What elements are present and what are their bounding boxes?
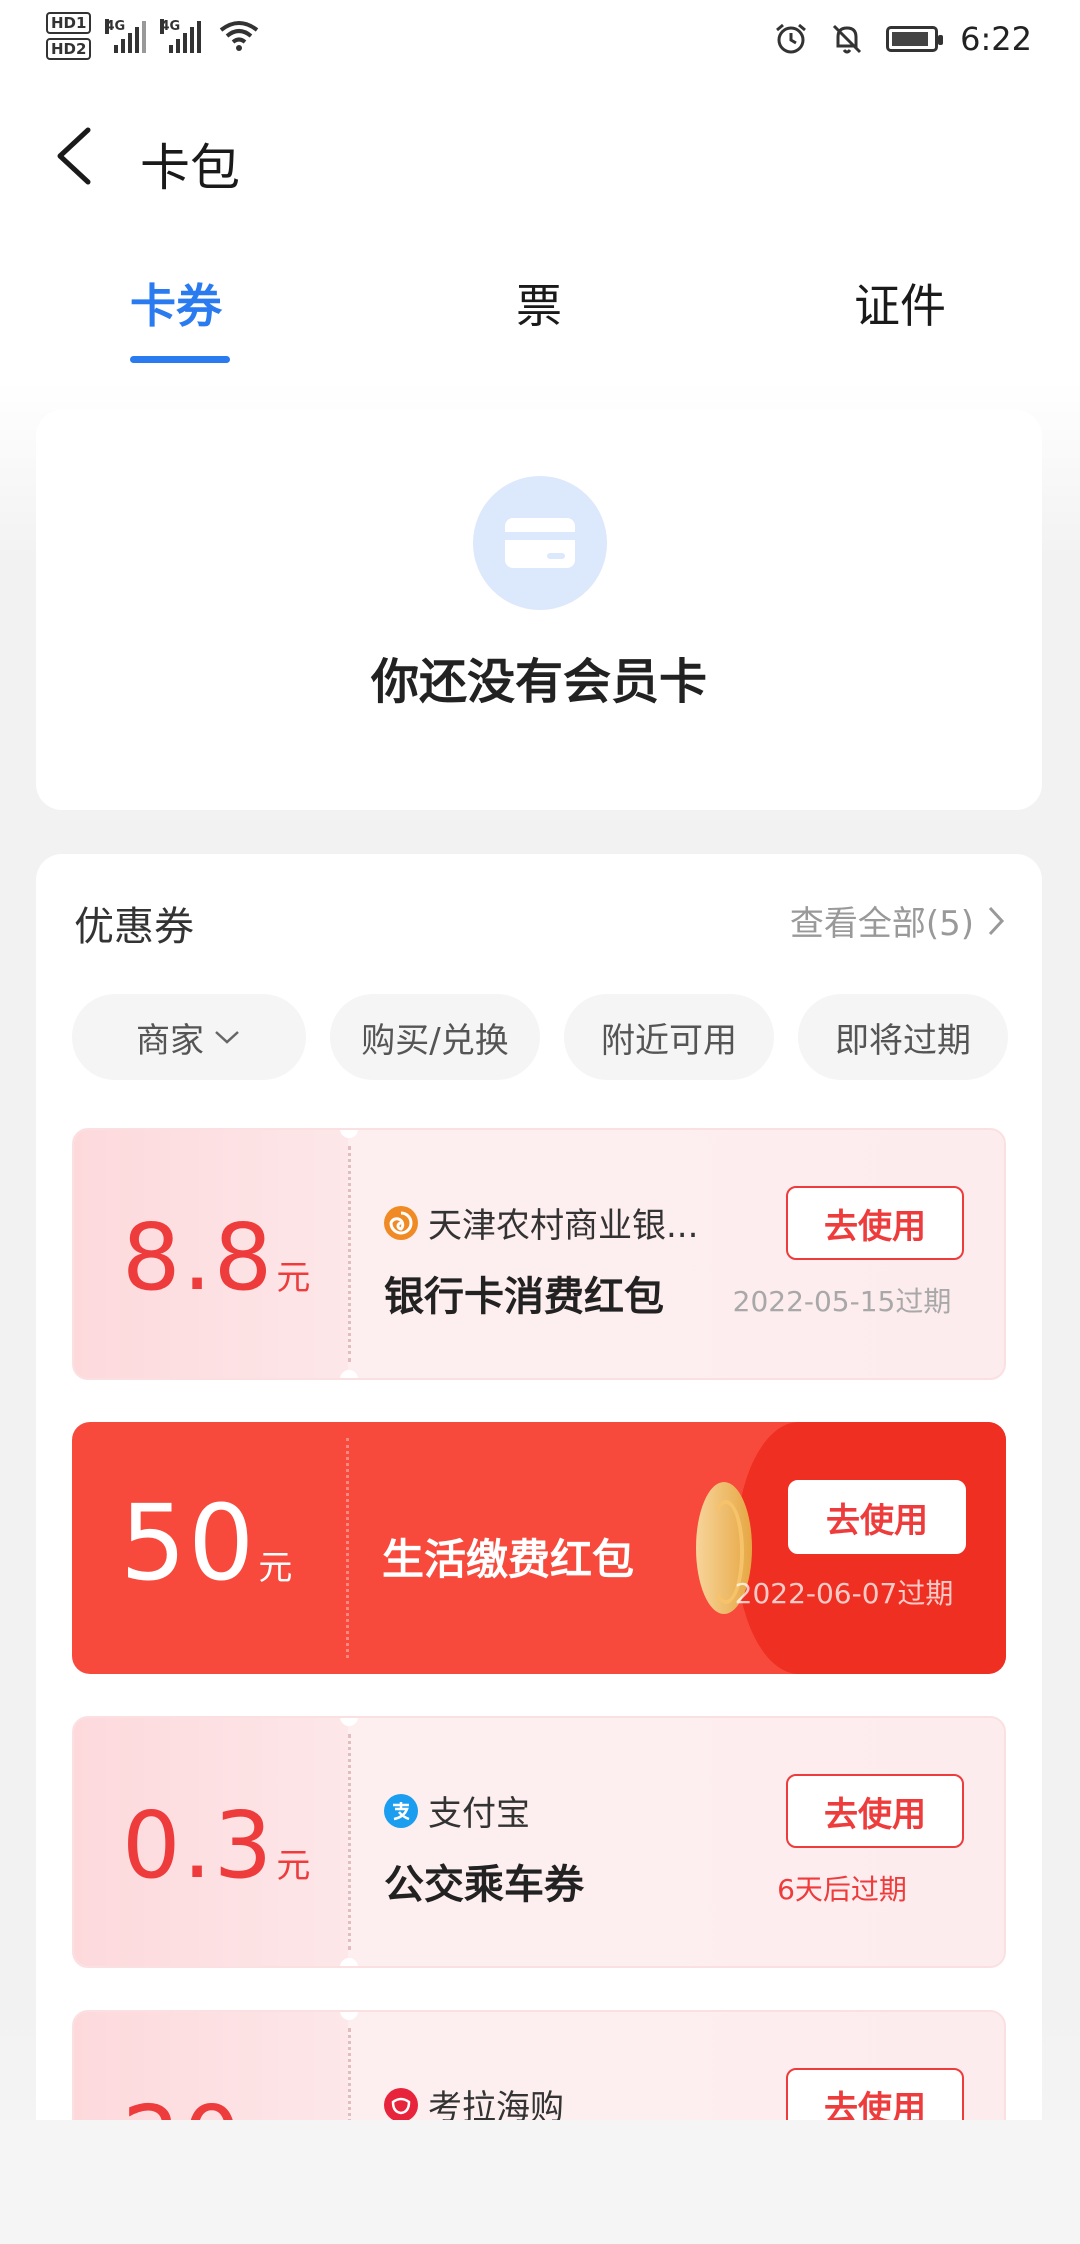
kaola-logo-icon	[384, 2087, 418, 2122]
coupons-title: 优惠券	[74, 904, 194, 950]
signal-bar	[121, 39, 126, 53]
filter-nearby[interactable]: 附近可用	[564, 994, 774, 1080]
coupons-section: 优惠券 查看全部(5) 商家 购买/兑换 附近可用 即将过期 8.8 元 天津农…	[36, 854, 1042, 2174]
active-tab-indicator	[130, 356, 230, 363]
notch	[340, 1958, 358, 1966]
dotted-divider	[348, 1734, 351, 1950]
network-type-1: 4G	[105, 19, 126, 34]
signal-bar	[176, 39, 181, 53]
use-coupon-button[interactable]: 去使用	[786, 1186, 964, 1260]
tab-tickets[interactable]: 票	[516, 270, 562, 336]
notch	[340, 1370, 358, 1378]
chevron-right-icon	[988, 906, 1005, 935]
page-title: 卡包	[140, 139, 240, 197]
hd-indicators: HD1 HD2	[46, 12, 92, 60]
card-wallet-page: { "status_bar": { "hd1": "HD1", "hd2": "…	[0, 0, 1080, 2244]
bank-logo-icon	[384, 1205, 418, 1240]
use-coupon-button[interactable]: 去使用	[786, 1774, 964, 1848]
alipay-glyph-icon	[393, 1801, 410, 1820]
merchant: 支付宝	[384, 1786, 530, 1835]
status-left: HD1 HD2 4G 4G	[46, 12, 259, 60]
coupon-amount: 0.3 元	[122, 1792, 310, 1899]
hd1-badge: HD1	[46, 12, 92, 34]
merchant-name: 天津农村商业银...	[428, 1206, 699, 1246]
mute-bell-icon	[833, 24, 862, 54]
alarm-icon	[776, 23, 807, 54]
swirl-icon	[389, 1211, 413, 1234]
empty-state-text: 你还没有会员卡	[370, 654, 707, 710]
use-coupon-button[interactable]: 去使用	[788, 1480, 966, 1554]
merchant-name: 支付宝	[428, 1794, 530, 1834]
amount-unit: 元	[276, 1846, 311, 1886]
expiry-date: 2022-06-07过期	[734, 1577, 954, 1610]
signal-bar	[169, 45, 174, 53]
alipay-logo-icon	[384, 1793, 418, 1828]
amount-value: 50	[120, 1482, 257, 1604]
tab-coupons[interactable]: 卡券	[130, 270, 222, 336]
battery-fill	[892, 32, 929, 46]
signal-bar	[197, 21, 202, 53]
battery-icon	[886, 26, 944, 52]
network-type-2: 4G	[160, 19, 181, 34]
amount-unit: 元	[276, 1258, 311, 1298]
merchant: 天津农村商业银...	[384, 1198, 698, 1247]
expiry-date: 2022-05-15过期	[732, 1285, 952, 1318]
dotted-divider	[346, 1438, 349, 1658]
signal-1-icon: 4G	[105, 19, 147, 53]
signal-bar	[142, 21, 147, 53]
view-all-link[interactable]: 查看全部(5)	[790, 896, 1006, 945]
signal-2-icon: 4G	[160, 19, 202, 53]
membership-card-empty-state: 你还没有会员卡	[36, 410, 1042, 810]
expiry-date: 6天后过期	[777, 1873, 907, 1906]
amount-value: 8.8	[122, 1204, 275, 1311]
signal-bar	[183, 33, 188, 53]
kaola-face-icon	[391, 2097, 411, 2114]
back-button[interactable]	[52, 126, 98, 186]
bottom-area	[0, 2120, 1080, 2244]
view-all-label: 查看全部(5)	[789, 904, 974, 944]
status-bar: HD1 HD2 4G 4G 6:22	[0, 0, 1080, 86]
tab-documents[interactable]: 证件	[854, 270, 946, 336]
clock: 6:22	[960, 20, 1032, 58]
filter-merchant[interactable]: 商家	[72, 994, 306, 1080]
hd2-badge: HD2	[46, 38, 92, 60]
coupon-name: 生活缴费红包	[382, 1535, 635, 1584]
amount-value: 0.3	[122, 1792, 275, 1899]
chevron-left-icon	[57, 127, 91, 185]
card-icon	[473, 476, 607, 610]
filter-purchase-redeem[interactable]: 购买/兑换	[330, 994, 540, 1080]
coupon-amount: 50 元	[120, 1482, 292, 1604]
amount-unit: 元	[258, 1548, 293, 1588]
signal-bar	[128, 33, 133, 53]
signal-bar	[190, 27, 195, 53]
coupon-name: 公交乘车券	[384, 1862, 584, 1908]
coupon-amount: 8.8 元	[122, 1204, 310, 1311]
signal-bar	[114, 45, 119, 53]
coupon-card[interactable]: 50 元 生活缴费红包 去使用 2022-06-07过期	[72, 1422, 1006, 1674]
tab-bar: 卡券 票 证件	[0, 270, 1080, 370]
card-shape	[505, 518, 575, 568]
dotted-divider	[348, 1146, 351, 1362]
coupon-card[interactable]: 0.3 元 支付宝 公交乘车券 去使用 6天后过期	[72, 1716, 1006, 1968]
chevron-down-icon	[215, 1031, 239, 1044]
status-right: 6:22	[774, 20, 1032, 58]
filter-merchant-label: 商家	[136, 1020, 204, 1061]
wifi-icon	[220, 21, 259, 51]
coupon-name: 银行卡消费红包	[384, 1274, 664, 1320]
filter-expiring-soon[interactable]: 即将过期	[798, 994, 1008, 1080]
signal-bar	[135, 27, 140, 53]
coupon-card[interactable]: 8.8 元 天津农村商业银... 银行卡消费红包 去使用 2022-05-15过…	[72, 1128, 1006, 1380]
